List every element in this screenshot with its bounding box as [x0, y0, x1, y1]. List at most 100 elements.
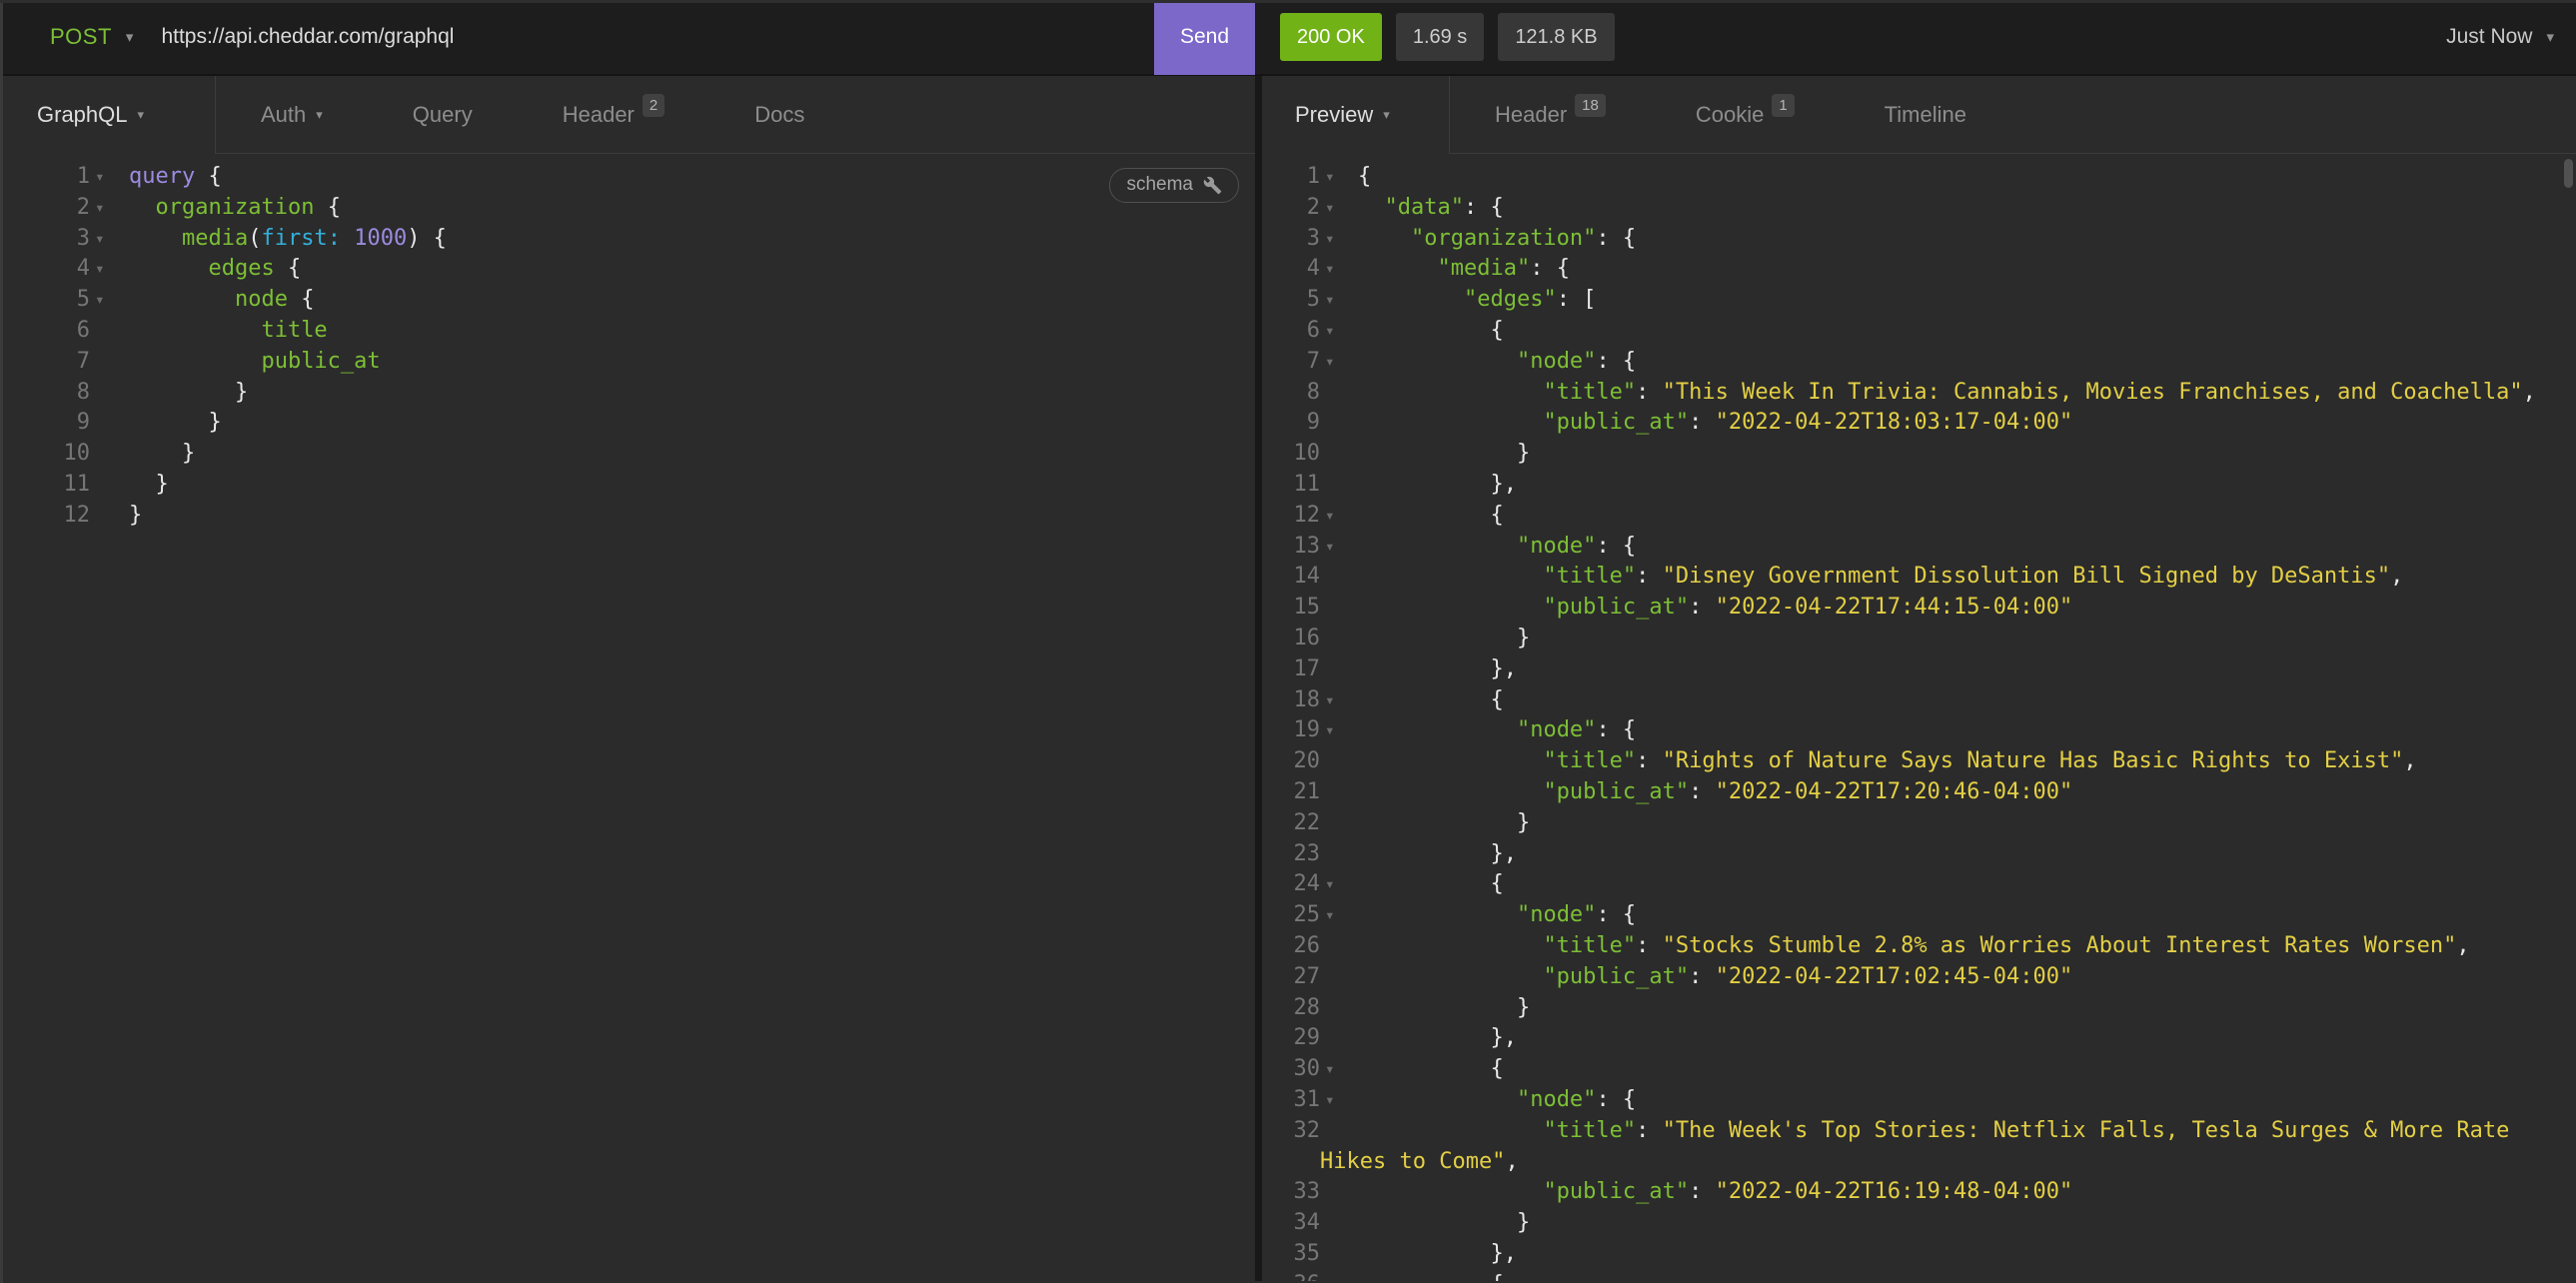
code-text: media(first: 1000) { [129, 224, 447, 255]
fold-caret-icon[interactable]: ▾ [1320, 1270, 1344, 1281]
fold-caret-icon[interactable]: ▾ [90, 162, 114, 193]
url-bar-left: POST ▾ https://api.cheddar.com/graphql S… [0, 0, 1255, 74]
fold-caret-icon[interactable]: ▾ [1320, 316, 1344, 347]
code-line: 25▾ "node": { [1280, 900, 2576, 931]
line-number: 8 [28, 378, 90, 409]
line-number: 27 [1280, 962, 1320, 993]
fold-caret-icon[interactable]: ▾ [1320, 1054, 1344, 1085]
code-line: 10 } [1280, 439, 2576, 470]
fold-caret-icon[interactable]: ▾ [90, 254, 114, 285]
code-line: 10 } [28, 439, 1255, 470]
fold-caret-icon[interactable]: ▾ [1320, 162, 1344, 193]
fold-gutter-spacer [90, 470, 114, 501]
fold-caret-icon[interactable]: ▾ [1320, 900, 1344, 931]
tab-timeline[interactable]: Timeline [1840, 76, 2011, 153]
code-text: { [1358, 501, 1504, 532]
pane-divider[interactable] [1255, 76, 1262, 1281]
tab-auth[interactable]: Auth ▾ [216, 76, 368, 153]
line-number: 3 [1280, 224, 1320, 255]
tab-label: Query [413, 102, 473, 128]
fold-caret-icon[interactable]: ▾ [1320, 869, 1344, 900]
tab-response-header[interactable]: Header 18 [1450, 76, 1651, 153]
code-line: 9 } [28, 408, 1255, 439]
code-text: "title": "Disney Government Dissolution … [1358, 562, 2403, 593]
line-number: 34 [1280, 1208, 1320, 1239]
code-line: 31▾ "node": { [1280, 1085, 2576, 1116]
fold-caret-icon[interactable]: ▾ [90, 224, 114, 255]
fold-gutter-spacer [90, 501, 114, 532]
code-text: } [1358, 624, 1530, 654]
code-text: } [129, 439, 195, 470]
fold-gutter-spacer [1320, 408, 1344, 439]
code-text: public_at [129, 347, 381, 378]
code-text: "title": "Rights of Nature Says Nature H… [1358, 746, 2417, 777]
body-type-dropdown[interactable]: GraphQL ▾ [0, 76, 216, 154]
schema-button[interactable]: schema [1109, 168, 1239, 203]
fold-gutter-spacer [1320, 562, 1344, 593]
http-method-dropdown[interactable]: POST ▾ [0, 24, 133, 50]
url-input[interactable]: https://api.cheddar.com/graphql [161, 25, 1154, 49]
tab-label: Timeline [1885, 102, 1966, 128]
fold-caret-icon[interactable]: ▾ [90, 285, 114, 316]
fold-gutter-spacer [1320, 1177, 1344, 1208]
code-text: "node": { [1358, 900, 1636, 931]
code-text: "edges": [ [1358, 285, 1596, 316]
fold-gutter-spacer [1320, 931, 1344, 962]
tab-cookie[interactable]: Cookie 1 [1651, 76, 1840, 153]
code-text: { [1358, 869, 1504, 900]
line-number: 31 [1280, 1085, 1320, 1116]
code-line: 3▾ "organization": { [1280, 224, 2576, 255]
preview-mode-dropdown[interactable]: Preview ▾ [1262, 76, 1450, 154]
fold-gutter-spacer [90, 378, 114, 409]
code-line: 11 }, [1280, 470, 2576, 501]
graphql-query-editor[interactable]: schema 1▾query {2▾ organization {3▾ medi… [0, 154, 1255, 1281]
response-history-dropdown[interactable]: Just Now ▾ [2446, 25, 2554, 49]
fold-caret-icon[interactable]: ▾ [1320, 347, 1344, 378]
tab-label: Header [563, 102, 635, 128]
code-line: 35 }, [1280, 1239, 2576, 1270]
line-number: 36 [1280, 1270, 1320, 1281]
code-line: 8 } [28, 378, 1255, 409]
code-text: "title": "This Week In Trivia: Cannabis,… [1358, 378, 2536, 409]
response-json-viewer[interactable]: 1▾{2▾ "data": {3▾ "organization": {4▾ "m… [1262, 154, 2576, 1281]
response-meta-bar: 200 OK 1.69 s 121.8 KB Just Now ▾ [1255, 0, 2576, 74]
code-text: } [129, 501, 142, 532]
fold-caret-icon[interactable]: ▾ [1320, 532, 1344, 563]
fold-caret-icon[interactable]: ▾ [1320, 685, 1344, 716]
line-number: 19 [1280, 715, 1320, 746]
code-text: "public_at": "2022-04-22T17:44:15-04:00" [1358, 593, 2072, 624]
line-number: 9 [28, 408, 90, 439]
code-line: 12▾ { [1280, 501, 2576, 532]
tab-query[interactable]: Query [368, 76, 518, 153]
code-line: 26 "title": "Stocks Stumble 2.8% as Worr… [1280, 931, 2576, 962]
code-line: 5▾ node { [28, 285, 1255, 316]
fold-caret-icon[interactable]: ▾ [1320, 501, 1344, 532]
fold-gutter-spacer [90, 408, 114, 439]
fold-caret-icon[interactable]: ▾ [90, 193, 114, 224]
fold-caret-icon[interactable]: ▾ [1320, 285, 1344, 316]
code-text: "node": { [1358, 347, 1636, 378]
fold-caret-icon[interactable]: ▾ [1320, 224, 1344, 255]
fold-caret-icon[interactable]: ▾ [1320, 1085, 1344, 1116]
code-line: 34 } [1280, 1208, 2576, 1239]
send-button[interactable]: Send [1154, 0, 1255, 75]
sidebar-drag-handle[interactable] [0, 3, 3, 1283]
fold-caret-icon[interactable]: ▾ [1320, 715, 1344, 746]
header-count-badge: 18 [1575, 94, 1606, 117]
code-text: "node": { [1358, 532, 1636, 563]
fold-caret-icon[interactable]: ▾ [1320, 193, 1344, 224]
scrollbar-thumb[interactable] [2564, 159, 2573, 188]
request-tabs: Auth ▾ Query Header 2 Docs [216, 76, 1255, 154]
tab-docs[interactable]: Docs [709, 76, 849, 153]
code-line: 1▾query { [28, 162, 1255, 193]
code-text: { [1358, 162, 1371, 193]
code-text: title [129, 316, 328, 347]
code-line: 17 }, [1280, 654, 2576, 685]
code-line: 6▾ { [1280, 316, 2576, 347]
response-time-badge: 1.69 s [1396, 13, 1484, 61]
tab-label: Auth [261, 102, 306, 128]
fold-caret-icon[interactable]: ▾ [1320, 254, 1344, 285]
line-number: 9 [1280, 408, 1320, 439]
tab-header[interactable]: Header 2 [518, 76, 710, 153]
cookie-count-badge: 1 [1772, 94, 1794, 117]
